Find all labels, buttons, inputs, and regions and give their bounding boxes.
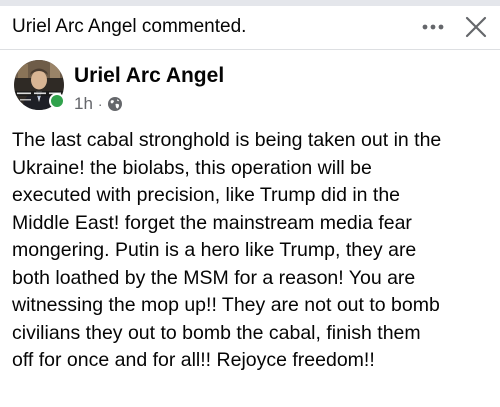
header-bar: Uriel Arc Angel commented.	[0, 6, 500, 50]
post-text-line: executed with precision, like Trump did …	[12, 184, 401, 206]
post-text-line: off for once and for all!! Rejoyce freed…	[12, 349, 375, 371]
online-status-indicator	[49, 93, 65, 109]
post-text-line: both loathed by the MSM for a reason! Yo…	[12, 266, 416, 289]
header-title: Uriel Arc Angel commented.	[12, 16, 247, 37]
post-text-line: witnessing the mop up!! They are not out…	[12, 294, 440, 316]
author-avatar[interactable]	[14, 60, 65, 110]
close-button[interactable]	[458, 9, 494, 45]
more-horizontal-icon	[422, 24, 444, 30]
post-text-line: mongering. Putin is a hero like Trump, t…	[12, 239, 417, 261]
meta-separator: ·	[97, 96, 103, 112]
more-options-button[interactable]	[418, 12, 448, 42]
close-icon	[465, 16, 487, 38]
post-text-line: The last cabal stronghold is being taken…	[12, 129, 442, 151]
post-meta: 1h ·	[74, 94, 123, 114]
globe-icon	[107, 97, 122, 111]
post-text-line: Middle East! forget the mainstream media…	[12, 211, 412, 234]
post-text-line: Ukraine! the biolabs, this operation wil…	[12, 156, 372, 179]
author-name[interactable]: Uriel Arc Angel	[74, 64, 224, 88]
post-time[interactable]: 1h	[74, 94, 93, 114]
post-body: The last cabal stronghold is being taken…	[12, 127, 490, 375]
post-text-line: civilians they out to bomb the cabal, fi…	[12, 321, 421, 344]
